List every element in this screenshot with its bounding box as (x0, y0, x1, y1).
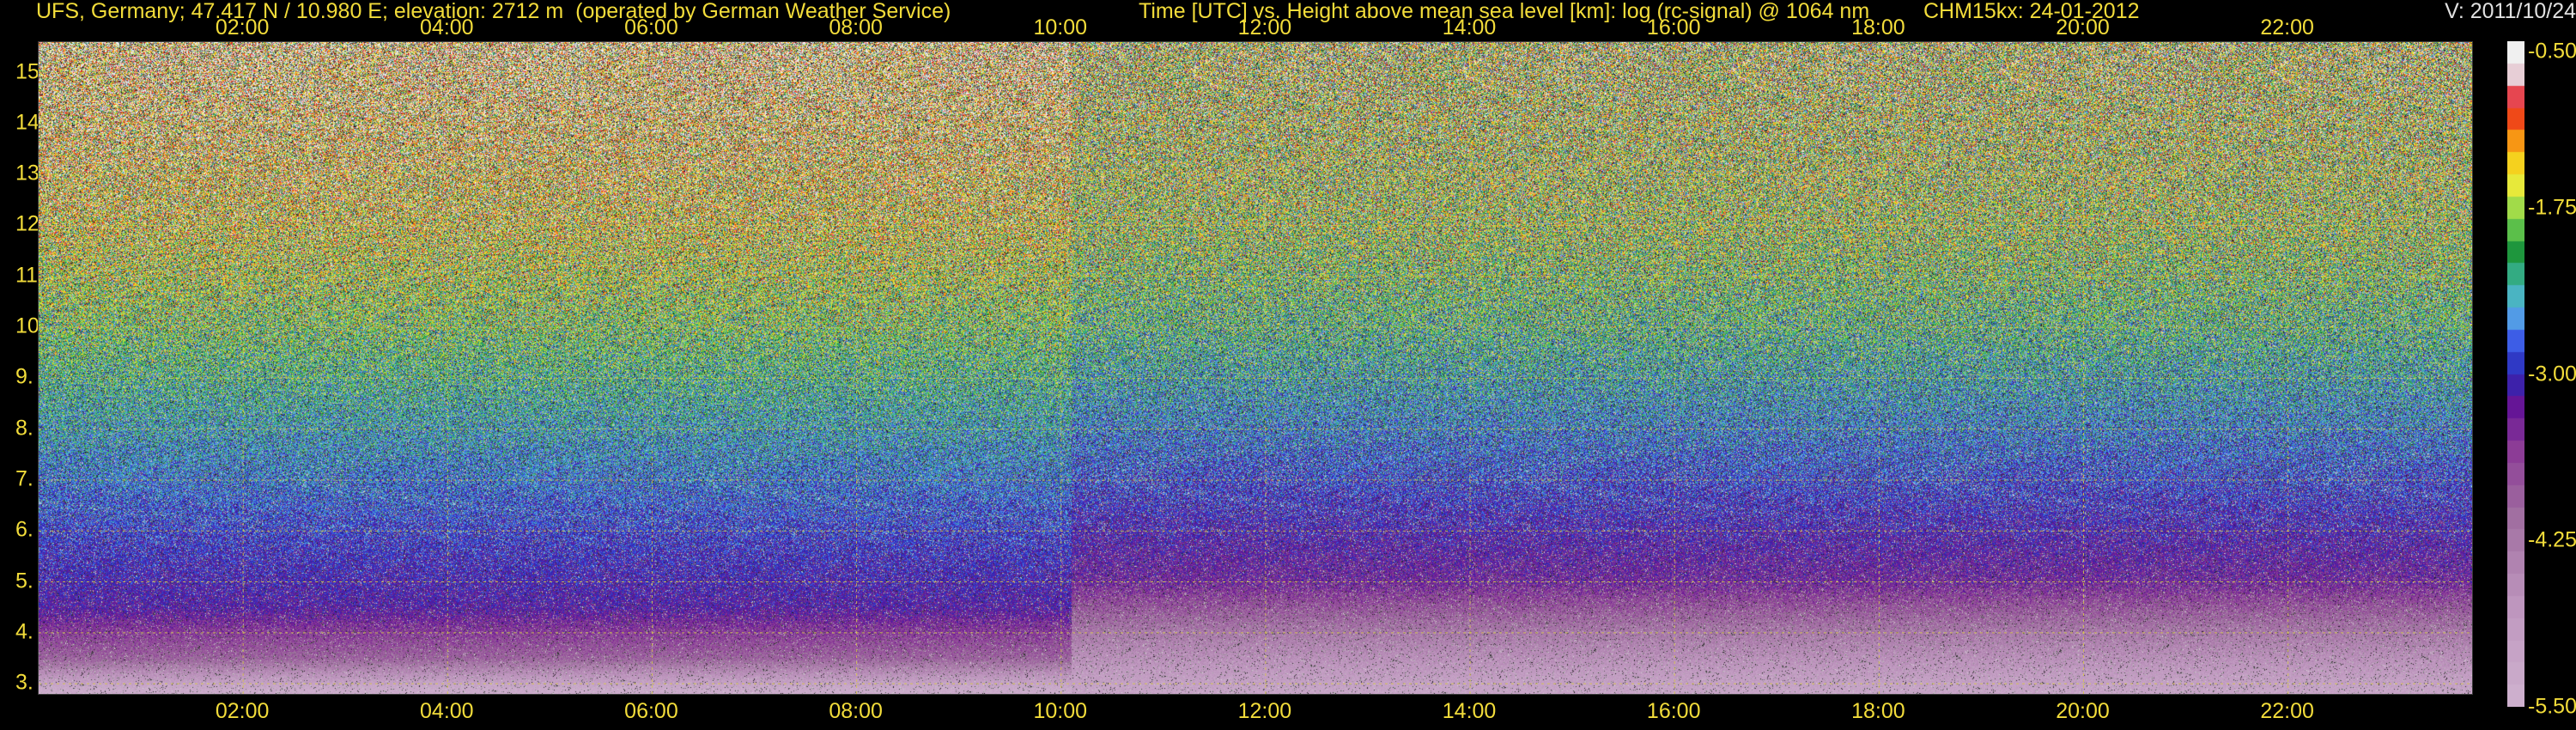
x-tick-label: 12:00 (1237, 699, 1292, 723)
plot-area (38, 41, 2473, 695)
site-info: UFS, Germany; 47.417 N / 10.980 E; eleva… (36, 0, 951, 23)
x-tick-label: 04:00 (420, 699, 474, 723)
y-tick-label: 6. (15, 517, 33, 542)
colorbar-tick-label: -5.50 (2528, 694, 2576, 719)
x-tick-label: 08:00 (829, 699, 883, 723)
x-tick-label: 22:00 (2260, 699, 2314, 723)
colorbar-tick-label: -4.25 (2528, 527, 2576, 552)
x-tick-label: 06:00 (624, 699, 678, 723)
y-tick-label: 4. (15, 619, 33, 644)
x-tick-label: 10:00 (1033, 699, 1088, 723)
x-tick-label: 18:00 (1851, 15, 1905, 40)
y-tick-label: 5. (15, 569, 33, 593)
x-tick-label: 02:00 (215, 15, 270, 40)
x-tick-label: 10:00 (1033, 15, 1088, 40)
grid-lines (39, 42, 2472, 694)
colorbar-tick-label: -3.00 (2528, 362, 2576, 386)
y-tick-label: 3. (15, 670, 33, 695)
x-tick-label: 08:00 (829, 15, 883, 40)
version-label: V: 2011/10/24 (2445, 0, 2576, 23)
x-tick-label: 14:00 (1442, 699, 1497, 723)
y-tick-label: 7. (15, 466, 33, 491)
x-tick-label: 20:00 (2056, 15, 2110, 40)
x-tick-label: 02:00 (215, 699, 270, 723)
x-tick-label: 20:00 (2056, 699, 2110, 723)
x-tick-label: 06:00 (624, 15, 678, 40)
y-tick-label: 8. (15, 416, 33, 441)
x-tick-label: 04:00 (420, 15, 474, 40)
x-tick-label: 12:00 (1237, 15, 1292, 40)
x-tick-label: 14:00 (1442, 15, 1497, 40)
x-tick-label: 16:00 (1646, 15, 1701, 40)
y-tick-label: 9. (15, 364, 33, 389)
colorbar (2507, 41, 2524, 707)
colorbar-tick-label: -1.75 (2528, 195, 2576, 220)
x-tick-label: 16:00 (1646, 699, 1701, 723)
x-tick-label: 22:00 (2260, 15, 2314, 40)
x-tick-label: 18:00 (1851, 699, 1905, 723)
colorbar-tick-label: -0.50 (2528, 39, 2576, 64)
